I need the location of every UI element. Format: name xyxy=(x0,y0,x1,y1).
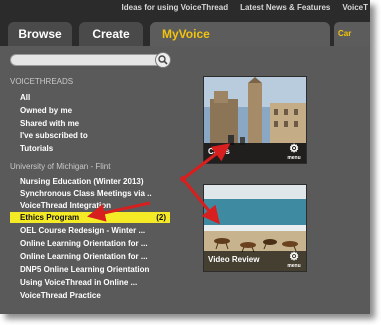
group-item[interactable]: Using VoiceThread in Online ... xyxy=(20,278,137,287)
group-header: University of Michigan - Flint xyxy=(10,162,111,171)
search-button[interactable] xyxy=(155,52,171,68)
group-item[interactable]: Online Learning Orientation for ... xyxy=(20,252,148,261)
thread-menu-button[interactable]: ⚙ menu xyxy=(285,251,303,270)
top-link-voicethread[interactable]: VoiceT xyxy=(342,3,368,12)
group-item-label: Ethics Program xyxy=(20,213,80,222)
nav-item-owned[interactable]: Owned by me xyxy=(20,106,72,115)
voicethreads-header: VOICETHREADS xyxy=(10,77,74,86)
tab-bar: Browse Create MyVoice Car xyxy=(0,14,370,46)
thread-card-video-review[interactable]: Video Review ⚙ menu xyxy=(203,184,307,272)
group-item[interactable]: Online Learning Orientation for ... xyxy=(20,239,148,248)
gear-icon: ⚙ xyxy=(289,251,299,263)
group-item-selected[interactable]: Ethics Program (2) xyxy=(10,212,170,223)
nav-item-subscribed[interactable]: I've subscribed to xyxy=(20,131,88,140)
group-item[interactable]: OEL Course Redesign - Winter ... xyxy=(20,226,145,235)
top-links-bar: Ideas for using VoiceThread Latest News … xyxy=(0,0,370,14)
tab-browse[interactable]: Browse xyxy=(8,22,72,46)
thread-menu-button[interactable]: ⚙ menu xyxy=(285,143,303,162)
menu-label: menu xyxy=(287,155,301,161)
top-link-ideas[interactable]: Ideas for using VoiceThread xyxy=(122,3,229,12)
group-item[interactable]: Nursing Education (Winter 2013) xyxy=(20,177,144,186)
tab-create[interactable]: Create xyxy=(79,22,143,46)
group-item[interactable]: VoiceThread Integration xyxy=(20,201,111,210)
group-item[interactable]: VoiceThread Practice xyxy=(20,291,101,300)
myvoice-panel: VOICETHREADS All Owned by me Shared with… xyxy=(0,46,370,314)
video-review-thumbnail[interactable]: Video Review ⚙ menu xyxy=(203,184,307,272)
nav-item-shared[interactable]: Shared with me xyxy=(20,119,79,128)
tab-myvoice[interactable]: MyVoice xyxy=(150,22,330,46)
thread-card-cities[interactable]: Cities ⚙ menu xyxy=(203,76,307,164)
nav-item-all[interactable]: All xyxy=(20,93,30,102)
tab-partial[interactable]: Car xyxy=(334,22,370,46)
menu-label: menu xyxy=(287,263,301,269)
group-item[interactable]: Synchronous Class Meetings via .. xyxy=(20,189,152,198)
nav-item-tutorials[interactable]: Tutorials xyxy=(20,144,53,153)
cities-thumbnail[interactable]: Cities ⚙ menu xyxy=(203,76,307,164)
voicethread-window: Ideas for using VoiceThread Latest News … xyxy=(0,0,370,314)
top-link-news[interactable]: Latest News & Features xyxy=(240,3,330,12)
gear-icon: ⚙ xyxy=(289,143,299,155)
group-item[interactable]: DNP5 Online Learning Orientation xyxy=(20,265,149,274)
search-input[interactable] xyxy=(10,54,170,66)
search-icon xyxy=(158,55,168,65)
group-item-count: (2) xyxy=(156,213,166,222)
